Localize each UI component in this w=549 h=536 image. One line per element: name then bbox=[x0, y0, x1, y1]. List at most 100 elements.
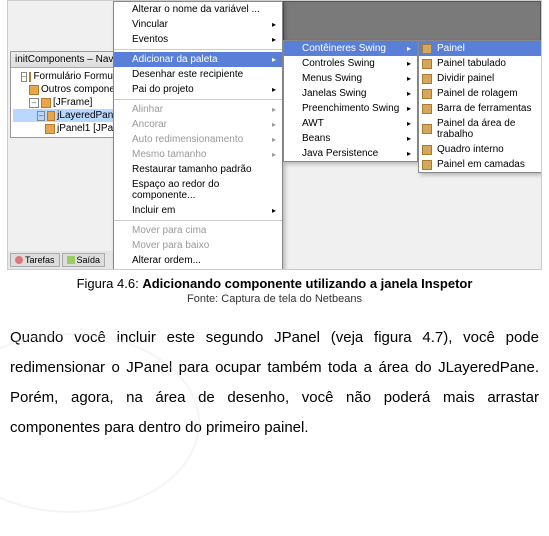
menu-label: Eventos bbox=[132, 34, 168, 45]
container-item[interactable]: Painel em camadas bbox=[419, 157, 542, 172]
form-icon bbox=[29, 72, 31, 82]
container-item[interactable]: Dividir painel bbox=[419, 71, 542, 86]
menu-label: Restaurar tamanho padrão bbox=[132, 164, 252, 175]
menu-item[interactable]: Adicionar da paleta▸ bbox=[114, 52, 282, 67]
submenu-arrow-icon: ▸ bbox=[407, 134, 411, 143]
form-icon bbox=[47, 111, 55, 121]
tree-toggle-icon[interactable]: – bbox=[29, 98, 39, 108]
caption-prefix: Figura 4.6: bbox=[77, 276, 143, 291]
submenu-item[interactable]: Beans ▸ bbox=[284, 131, 417, 146]
figure-source: Fonte: Captura de tela do Netbeans bbox=[0, 293, 549, 305]
menu-separator bbox=[114, 99, 282, 100]
menu-item[interactable]: Eventos ▸ bbox=[114, 32, 282, 47]
form-icon bbox=[41, 98, 51, 108]
submenu-arrow-icon: ▸ bbox=[272, 35, 276, 44]
submenu-arrow-icon: ▸ bbox=[272, 150, 276, 159]
container-label: Painel bbox=[437, 43, 465, 54]
menu-item[interactable]: Restaurar tamanho padrão bbox=[114, 162, 282, 177]
submenu-label: Janelas Swing bbox=[302, 88, 366, 99]
tab-label: Saída bbox=[77, 255, 101, 265]
figure-caption: Figura 4.6: Adicionando componente utili… bbox=[0, 276, 549, 291]
menu-label: Incluir em bbox=[132, 205, 175, 216]
container-label: Barra de ferramentas bbox=[437, 103, 532, 114]
submenu-label: AWT bbox=[302, 118, 324, 129]
submenu-arrow-icon: ▸ bbox=[272, 135, 276, 144]
context-menu[interactable]: Alterar o nome da variável ...Vincular▸E… bbox=[113, 1, 283, 270]
menu-item[interactable]: Espaço ao redor do componente... bbox=[114, 177, 282, 203]
menu-item[interactable]: Pai do projeto▸ bbox=[114, 82, 282, 97]
menu-label: Ancorar bbox=[132, 119, 167, 130]
container-icon bbox=[422, 145, 432, 155]
container-item[interactable]: Painel da área de trabalho bbox=[419, 116, 542, 142]
tree-label: jPanel1 [JPan bbox=[57, 123, 119, 134]
container-icon bbox=[422, 74, 432, 84]
design-canvas bbox=[283, 1, 541, 41]
menu-item[interactable]: Alterar ordem... bbox=[114, 253, 282, 268]
palette-submenu[interactable]: Contêineres Swing▸Controles Swing▸Menus … bbox=[283, 40, 418, 162]
tab-label: Tarefas bbox=[25, 255, 55, 265]
square-icon bbox=[67, 256, 75, 264]
tab-tasks[interactable]: Tarefas bbox=[10, 253, 60, 267]
submenu-item[interactable]: Preenchimento Swing▸ bbox=[284, 101, 417, 116]
submenu-arrow-icon: ▸ bbox=[407, 74, 411, 83]
submenu-arrow-icon: ▸ bbox=[272, 120, 276, 129]
menu-item[interactable]: Desenhar este recipiente bbox=[114, 67, 282, 82]
container-label: Dividir painel bbox=[437, 73, 494, 84]
menu-label: Alinhar bbox=[132, 104, 163, 115]
tab-output[interactable]: Saída bbox=[62, 253, 106, 267]
swing-containers-submenu[interactable]: Painel Painel tabulado Dividir painel Paine… bbox=[418, 40, 542, 173]
menu-item: Mesmo tamanho ▸ bbox=[114, 147, 282, 162]
caption-title: Adicionando componente utilizando a jane… bbox=[142, 276, 472, 291]
submenu-label: Beans bbox=[302, 133, 330, 144]
submenu-arrow-icon: ▸ bbox=[407, 149, 411, 158]
form-icon bbox=[45, 124, 55, 134]
circle-icon bbox=[15, 256, 23, 264]
menu-label: Espaço ao redor do componente... bbox=[132, 179, 276, 201]
container-icon bbox=[422, 104, 432, 114]
submenu-label: Java Persistence bbox=[302, 148, 378, 159]
submenu-item[interactable]: Java Persistence ▸ bbox=[284, 146, 417, 161]
menu-label: Alterar o nome da variável ... bbox=[132, 4, 260, 15]
menu-label: Auto redimensionamento bbox=[132, 134, 243, 145]
form-icon bbox=[29, 85, 39, 95]
container-item[interactable]: Painel de rolagem bbox=[419, 86, 542, 101]
submenu-arrow-icon: ▸ bbox=[272, 105, 276, 114]
submenu-label: Menus Swing bbox=[302, 73, 362, 84]
container-icon bbox=[422, 59, 432, 69]
tree-toggle-icon[interactable]: – bbox=[37, 111, 45, 121]
container-item[interactable]: Barra de ferramentas bbox=[419, 101, 542, 116]
menu-item: Ancorar ▸ bbox=[114, 117, 282, 132]
submenu-label: Contêineres Swing bbox=[302, 43, 386, 54]
menu-item[interactable]: Vincular▸ bbox=[114, 17, 282, 32]
menu-separator bbox=[114, 49, 282, 50]
tree-toggle-icon[interactable]: – bbox=[21, 72, 27, 82]
menu-label: Mover para baixo bbox=[132, 240, 209, 251]
submenu-label: Controles Swing bbox=[302, 58, 375, 69]
menu-label: Mesmo tamanho bbox=[132, 149, 206, 160]
container-label: Painel da área de trabalho bbox=[437, 118, 542, 140]
submenu-item[interactable]: AWT ▸ bbox=[284, 116, 417, 131]
submenu-arrow-icon: ▸ bbox=[272, 20, 276, 29]
submenu-arrow-icon: ▸ bbox=[272, 206, 276, 215]
container-item[interactable]: Painel bbox=[419, 41, 542, 56]
menu-item: Mover para cima bbox=[114, 223, 282, 238]
container-icon bbox=[422, 89, 432, 99]
menu-label: Pai do projeto bbox=[132, 84, 194, 95]
submenu-arrow-icon: ▸ bbox=[407, 119, 411, 128]
container-item[interactable]: Painel tabulado bbox=[419, 56, 542, 71]
menu-item: Auto redimensionamento ▸ bbox=[114, 132, 282, 147]
body-paragraph: Quando você incluir este segundo JPanel … bbox=[0, 305, 549, 473]
menu-item[interactable]: Incluir em ▸ bbox=[114, 203, 282, 218]
menu-label: Alterar ordem... bbox=[132, 255, 201, 266]
container-label: Painel em camadas bbox=[437, 159, 525, 170]
menu-item[interactable]: Alterar o nome da variável ... bbox=[114, 2, 282, 17]
submenu-item[interactable]: Menus Swing ▸ bbox=[284, 71, 417, 86]
submenu-item[interactable]: Contêineres Swing ▸ bbox=[284, 41, 417, 56]
menu-label: Adicionar da paleta bbox=[132, 54, 218, 65]
submenu-item[interactable]: Controles Swing▸ bbox=[284, 56, 417, 71]
submenu-arrow-icon: ▸ bbox=[407, 104, 411, 113]
screenshot-area: initComponents – Nav... –Formulário Form… bbox=[7, 0, 542, 270]
submenu-arrow-icon: ▸ bbox=[407, 44, 411, 53]
submenu-item[interactable]: Janelas Swing▸ bbox=[284, 86, 417, 101]
container-item[interactable]: Quadro interno bbox=[419, 142, 542, 157]
